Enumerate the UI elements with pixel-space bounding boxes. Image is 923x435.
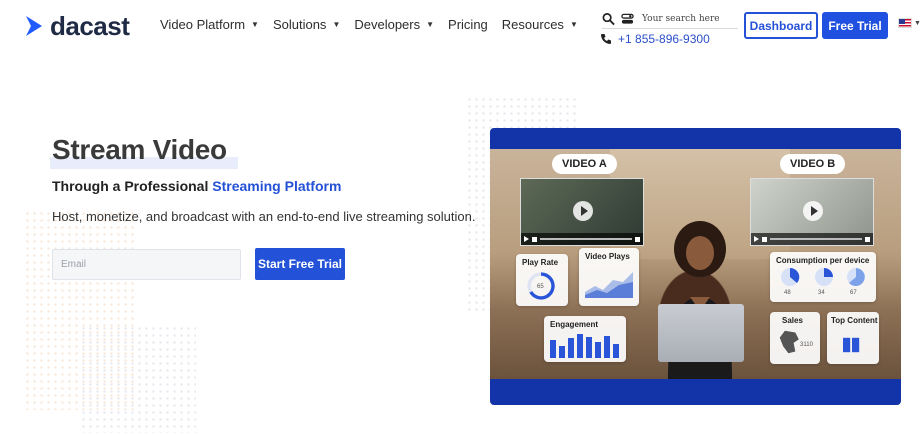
sales-value: 3110: [800, 342, 813, 348]
hero-subtitle: Through a Professional Streaming Platfor…: [52, 178, 341, 194]
search-input[interactable]: [642, 13, 738, 24]
play-control-icon[interactable]: [524, 236, 529, 242]
nav-item-resources[interactable]: Resources ▼: [502, 17, 578, 32]
logo-text: dacast: [50, 10, 130, 41]
nav-item-label: Pricing: [448, 17, 488, 32]
dacast-logo[interactable]: dacast: [24, 10, 130, 41]
main-nav: Video Platform ▼ Solutions ▼ Developers ▼ P…: [160, 17, 592, 32]
start-free-trial-button[interactable]: Start Free Trial: [255, 248, 345, 280]
device-pie-icon: [847, 268, 865, 286]
us-flag-icon: [898, 18, 912, 28]
video-b-player[interactable]: [750, 178, 874, 246]
progress-bar[interactable]: [540, 238, 632, 240]
caret-down-icon: ▼: [569, 20, 578, 29]
hero-description: Host, monetize, and broadcast with an en…: [52, 209, 476, 224]
consumption-value: 67: [850, 290, 857, 296]
video-b-label: VIDEO B: [780, 154, 846, 174]
progress-bar[interactable]: [770, 238, 862, 240]
nav-item-label: Video Platform: [160, 17, 246, 32]
card-title: Video Plays: [585, 252, 630, 261]
fullscreen-icon[interactable]: [635, 236, 640, 242]
top-content-chart-icon: [843, 337, 860, 353]
top-content-card: Top Content: [827, 312, 879, 364]
nav-item-label: Solutions: [272, 17, 327, 32]
hero-subtitle-prefix: Through a Professional: [52, 178, 213, 194]
fullscreen-icon[interactable]: [865, 236, 870, 242]
play-rate-value: 65: [537, 284, 544, 290]
free-trial-button[interactable]: Free Trial: [822, 12, 888, 39]
nav-item-developers[interactable]: Developers ▼: [354, 17, 434, 32]
search-icon[interactable]: [602, 12, 615, 26]
card-title: Consumption per device: [776, 256, 870, 265]
sales-card: Sales 3110: [770, 312, 820, 364]
nav-item-label: Resources: [501, 17, 564, 32]
language-selector[interactable]: ▼: [898, 18, 921, 28]
decor-dots-left-cool: [80, 325, 196, 433]
engagement-card: Engagement: [544, 316, 626, 362]
laptop-image: [658, 304, 744, 362]
play-control-icon[interactable]: [754, 236, 759, 242]
video-a-controls: [521, 233, 643, 245]
phone-number: +1 855-896-9300: [618, 32, 710, 46]
hero-title: Stream Video: [52, 134, 227, 165]
phone-link[interactable]: +1 855-896-9300: [600, 32, 710, 46]
nav-item-video-platform[interactable]: Video Platform ▼: [160, 17, 259, 32]
caret-down-icon: ▼: [332, 20, 341, 29]
play-icon[interactable]: [573, 201, 593, 221]
engagement-bar-chart-icon: [550, 334, 619, 358]
play-icon[interactable]: [803, 201, 823, 221]
video-plays-area-chart-icon: [585, 272, 633, 298]
search-toggle-icon[interactable]: [621, 12, 634, 26]
nav-item-label: Developers: [354, 17, 421, 32]
video-plays-card: Video Plays: [579, 248, 639, 306]
video-a-player[interactable]: [520, 178, 644, 246]
email-field[interactable]: [52, 249, 241, 280]
card-title: Top Content: [831, 316, 878, 325]
hero-subtitle-accent: Streaming Platform: [212, 178, 342, 194]
card-title: Engagement: [550, 320, 599, 329]
play-rate-card: Play Rate 65: [516, 254, 568, 306]
search-bar: [602, 9, 738, 29]
device-pie-icon: [815, 268, 833, 286]
card-title: Play Rate: [522, 258, 559, 267]
caret-down-icon: ▼: [426, 20, 435, 29]
consumption-card: Consumption per device 48 34 67: [770, 252, 876, 302]
product-mockup: VIDEO A VIDEO B Play Rate 65 Video Plays…: [490, 128, 901, 405]
card-title: Sales: [782, 316, 803, 325]
caret-down-icon: ▼: [914, 19, 921, 27]
video-b-controls: [751, 233, 873, 245]
logo-mark-icon: [26, 16, 42, 36]
video-a-label: VIDEO A: [552, 154, 617, 174]
nav-item-pricing[interactable]: Pricing: [448, 17, 488, 32]
consumption-value: 34: [818, 290, 825, 296]
nav-item-solutions[interactable]: Solutions ▼: [273, 17, 340, 32]
phone-icon: [601, 34, 611, 44]
volume-icon[interactable]: [532, 236, 537, 242]
device-pie-icon: [781, 267, 800, 286]
consumption-value: 48: [784, 290, 791, 296]
dashboard-button[interactable]: Dashboard: [744, 12, 818, 39]
caret-down-icon: ▼: [251, 20, 259, 29]
volume-icon[interactable]: [762, 236, 767, 242]
